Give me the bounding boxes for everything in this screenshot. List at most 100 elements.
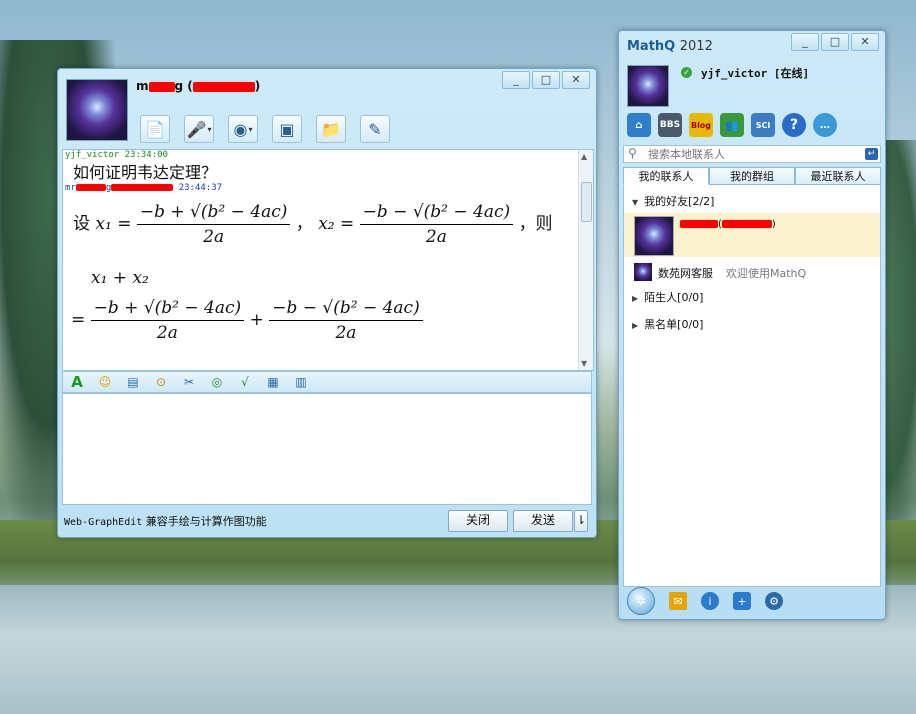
close-button[interactable]: 关闭 — [448, 510, 508, 532]
numerator-2: −b − √(b² − 4ac) — [359, 202, 514, 225]
formula-line-2: = −b + √(b² − 4ac) 2a + −b − √(b² − 4ac)… — [71, 298, 423, 343]
app-shortcut-bar: ⌂ BBS Blog 👥 SCI ? … — [627, 113, 837, 137]
fraction-3: −b + √(b² − 4ac) 2a — [90, 298, 245, 343]
image-icon[interactable]: ▤ — [125, 374, 141, 390]
send-button[interactable]: 发送 — [513, 510, 573, 532]
contact-name-close: ) — [254, 79, 261, 93]
tab-my-groups[interactable]: 我的群组 — [709, 167, 795, 185]
denominator-1: 2a — [203, 227, 225, 247]
sci-icon[interactable]: SCI — [751, 113, 775, 137]
message-history[interactable]: yjf_victor 23:34:00 如何证明韦达定理？ mr g 23:44:… — [62, 149, 594, 371]
format-toolbar: A ☺ ▤ ⊙ ✂ ◎ √ ▦ ▥ — [62, 371, 592, 393]
online-status-icon[interactable]: ✓ — [681, 67, 692, 78]
tab-recent-contacts[interactable]: 最近联系人 — [795, 167, 881, 185]
maximize-button[interactable]: □ — [821, 33, 849, 51]
font-icon[interactable]: A — [69, 373, 85, 391]
shake-icon[interactable]: ⊙ — [153, 374, 169, 390]
message-text: 如何证明韦达定理？ — [73, 163, 218, 182]
app-logo-year: 2012 — [679, 39, 713, 54]
footer-label-prefix: Web-GraphEdit — [64, 517, 143, 528]
formula-line-1: 设 x₁ = −b + √(b² − 4ac) 2a ， x₂ = −b − √… — [73, 202, 553, 247]
minimize-button[interactable]: _ — [791, 33, 819, 51]
file-send-icon[interactable]: 📄 — [140, 115, 170, 143]
redaction-mark — [680, 220, 718, 228]
close-window-button[interactable]: ✕ — [562, 71, 590, 89]
footer-label-text: 兼容手绘与计算作图功能 — [142, 515, 267, 528]
friends-icon[interactable]: 👥 — [720, 113, 744, 137]
folder-icon[interactable]: 📁 — [316, 115, 346, 143]
contacts-window: MathQ 2012 _ □ ✕ ✓ yjf_victor [在线] ⌂ BBS… — [618, 30, 886, 620]
user-avatar[interactable] — [627, 65, 669, 107]
contact-avatar[interactable] — [66, 79, 128, 141]
minimize-button[interactable]: _ — [502, 71, 530, 89]
webcam-icon[interactable]: ◉ — [228, 115, 258, 143]
chat-footer: Web-GraphEdit 兼容手绘与计算作图功能 关闭 发送 ⇂ — [62, 509, 592, 533]
message-time: 23:44:37 — [178, 183, 223, 193]
chat-icon[interactable]: … — [813, 113, 837, 137]
contacts-window-controls: _ □ ✕ — [791, 33, 879, 51]
math-then: ，则 — [518, 214, 553, 234]
screenshot-icon[interactable]: ✂ — [181, 374, 197, 390]
chat-toolbar: 📄 🎤 ◉ ▣ 📁 ✎ — [140, 115, 390, 143]
info-icon[interactable]: i — [701, 592, 719, 610]
math-x2: x₂ = — [318, 214, 355, 234]
math-let: 设 — [73, 214, 90, 234]
contact-row-service[interactable]: 数苑网客服 欢迎使用MathQ — [624, 261, 880, 283]
search-input[interactable] — [646, 147, 850, 162]
numerator-4: −b − √(b² − 4ac) — [269, 298, 423, 321]
group-friends[interactable]: ▼ 我的好友[2/2] — [632, 193, 714, 209]
collapsed-arrow-icon: ▶ — [632, 294, 639, 303]
contact-name-close: ) — [771, 219, 776, 230]
contact-avatar — [634, 216, 674, 256]
table-icon[interactable]: ▥ — [293, 374, 309, 390]
contact-name: m g () — [136, 79, 260, 93]
mail-icon[interactable]: ✉ — [669, 592, 687, 610]
close-window-button[interactable]: ✕ — [851, 33, 879, 51]
contact-search[interactable]: ⚲ ↵ — [623, 145, 881, 163]
emoticon-icon[interactable]: ☺ — [97, 374, 113, 390]
scroll-thumb[interactable] — [581, 182, 592, 222]
contact-name-suffix: g ( — [174, 79, 193, 93]
bubble-icon[interactable]: ◎ — [209, 374, 225, 390]
help-icon[interactable]: ? — [782, 113, 806, 137]
microphone-icon[interactable]: 🎤 — [184, 115, 214, 143]
expanded-arrow-icon: ▼ — [632, 198, 639, 207]
main-menu-icon[interactable]: ✲ — [627, 587, 655, 615]
redaction-mark — [721, 220, 772, 228]
send-options-button[interactable]: ⇂ — [574, 510, 588, 532]
numerator-1: −b + √(b² − 4ac) — [136, 202, 291, 225]
add-icon[interactable]: + — [733, 592, 751, 610]
denominator-2: 2a — [425, 227, 447, 247]
maximize-button[interactable]: □ — [532, 71, 560, 89]
fraction-4: −b − √(b² − 4ac) 2a — [269, 298, 423, 343]
contacts-tabs: 我的联系人 我的群组 最近联系人 — [623, 167, 881, 185]
group-friends-label: 我的好友[2/2] — [644, 195, 715, 208]
message-scrollbar[interactable]: ▲ ▼ — [578, 150, 593, 370]
math-x1: x₁ = — [95, 214, 132, 234]
scroll-up-icon[interactable]: ▲ — [581, 152, 587, 161]
grid-icon[interactable]: ▦ — [265, 374, 281, 390]
blog-icon[interactable]: Blog — [689, 113, 713, 137]
home-icon[interactable]: ⌂ — [627, 113, 651, 137]
video-share-icon[interactable]: ▣ — [272, 115, 302, 143]
message-input[interactable] — [62, 393, 592, 505]
contact-row[interactable]: () — [624, 213, 880, 257]
message-header: mr g 23:44:37 — [63, 183, 593, 193]
search-go-icon[interactable]: ↵ — [865, 148, 878, 160]
redaction-mark — [75, 184, 106, 191]
service-signature: 欢迎使用MathQ — [726, 267, 807, 280]
service-avatar — [634, 263, 652, 281]
contact-name-prefix: m — [136, 79, 149, 93]
bbs-icon[interactable]: BBS — [658, 113, 682, 137]
tab-my-contacts[interactable]: 我的联系人 — [623, 167, 709, 185]
group-blacklist[interactable]: ▶ 黑名单[0/0] — [632, 316, 703, 332]
whiteboard-icon[interactable]: ✎ — [360, 115, 390, 143]
group-strangers[interactable]: ▶ 陌生人[0/0] — [632, 289, 703, 305]
app-logo-text: MathQ — [627, 39, 676, 54]
settings-icon[interactable]: ⚙ — [765, 592, 783, 610]
search-icon: ⚲ — [628, 146, 637, 160]
formula-icon[interactable]: √ — [237, 374, 253, 390]
service-name: 数苑网客服 — [658, 267, 713, 280]
scroll-down-icon[interactable]: ▼ — [581, 359, 587, 368]
app-logo: MathQ 2012 — [627, 39, 713, 54]
